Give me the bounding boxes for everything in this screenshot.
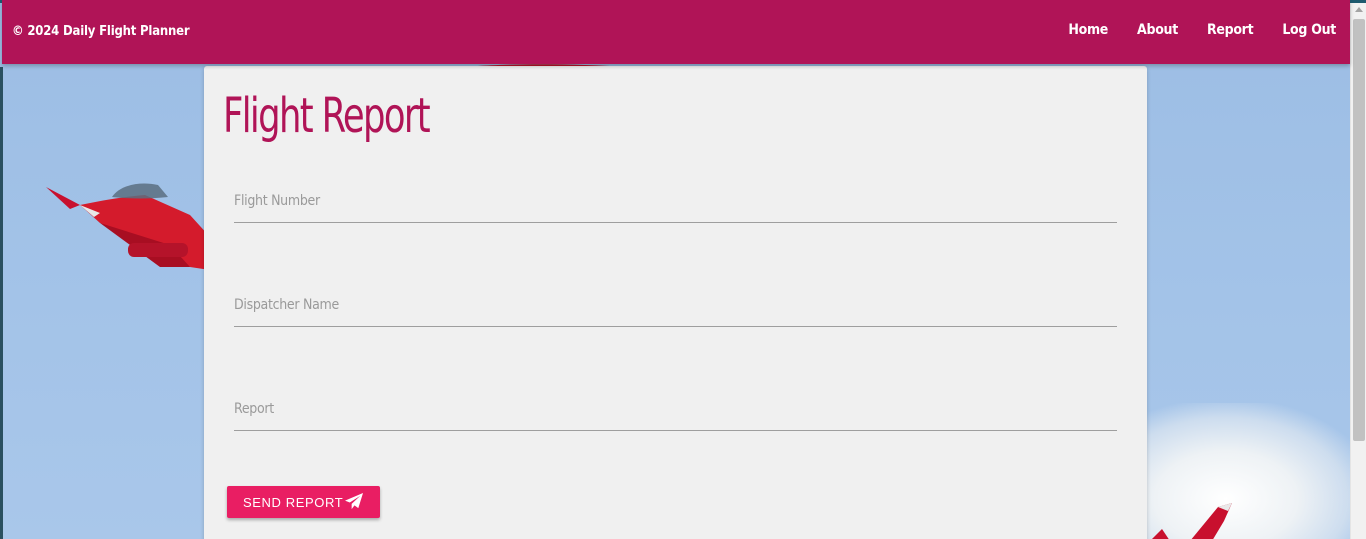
dispatcher-name-field[interactable]: Dispatcher Name xyxy=(234,287,1117,327)
nav-links: Home About Report Log Out xyxy=(1039,22,1336,38)
background-red-jet-image-2 xyxy=(1152,503,1232,539)
nav-link-report[interactable]: Report xyxy=(1207,22,1254,38)
background-red-jet-image xyxy=(46,183,210,270)
flight-report-card: Flight Report Flight Number Dispatcher N… xyxy=(204,66,1147,539)
nav-link-log-out[interactable]: Log Out xyxy=(1282,22,1336,38)
scrollbar-thumb[interactable] xyxy=(1353,19,1365,441)
paper-plane-icon xyxy=(345,493,364,510)
footer-brand-copyright: © 2024 Daily Flight Planner xyxy=(12,24,190,39)
send-report-button[interactable]: Send Report xyxy=(227,486,380,518)
top-navbar: © 2024 Daily Flight Planner Home About R… xyxy=(2,0,1350,64)
flight-number-field[interactable]: Flight Number xyxy=(234,183,1117,223)
dispatcher-name-input[interactable] xyxy=(234,287,1117,326)
scroll-up-arrow-icon[interactable] xyxy=(1355,7,1363,12)
nav-link-home[interactable]: Home xyxy=(1068,22,1108,38)
nav-link-about[interactable]: About xyxy=(1137,22,1178,38)
vertical-scrollbar[interactable] xyxy=(1350,3,1366,539)
report-field[interactable]: Report xyxy=(234,391,1117,431)
report-input[interactable] xyxy=(234,391,1117,430)
flight-number-input[interactable] xyxy=(234,183,1117,222)
send-report-button-label: Send Report xyxy=(243,494,344,510)
left-window-edge xyxy=(0,67,3,539)
page-title: Flight Report xyxy=(223,88,431,144)
